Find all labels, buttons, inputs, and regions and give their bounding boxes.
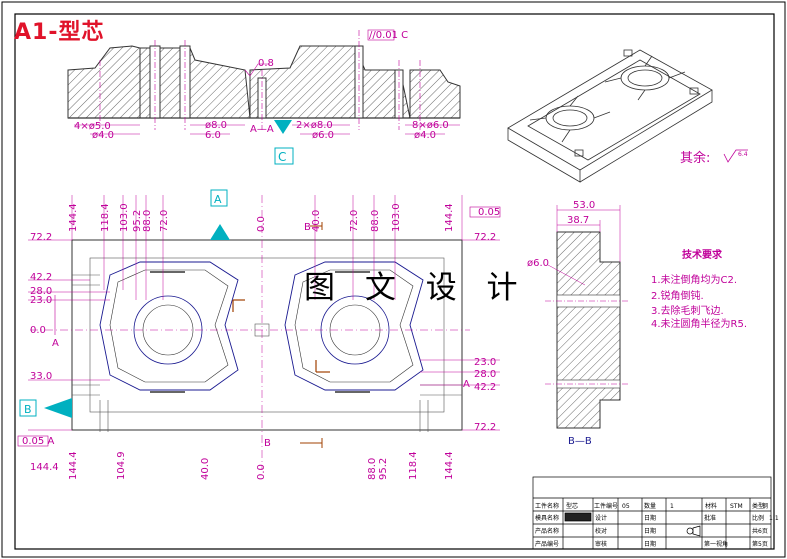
tb-r1-6: 材料 <box>705 502 717 510</box>
dim-left-0: 72.2 <box>30 232 52 243</box>
dim-left-4: 0.0 <box>30 325 46 336</box>
dim-right-2: 28.0 <box>474 369 496 380</box>
tb-r3-0: 产品名称 <box>535 527 559 535</box>
tb-r4-0: 产品编号 <box>535 540 559 548</box>
drawing-title: A1-型芯 <box>14 20 105 45</box>
tb-r1-7: STM <box>730 503 743 510</box>
section-a-arrow-label: A <box>52 338 59 349</box>
tb-r2-0: 模具名称 <box>535 514 559 522</box>
tb-r3-2: 校对 <box>595 527 607 535</box>
tb-r1-2: 工件编号 <box>594 502 618 510</box>
dim-bottom-5: 95.2 <box>378 458 389 480</box>
dim-top-8: 72.0 <box>349 210 360 232</box>
bb-width-total: 53.0 <box>573 200 595 211</box>
tb-r2-9: 1:1 <box>769 515 779 522</box>
dim-left-5: 33.0 <box>30 371 52 382</box>
tb-r2-6: 批准 <box>704 514 716 522</box>
top-section-view <box>67 29 461 165</box>
dim-bottom-0: 144.4 <box>68 451 79 480</box>
bb-hole-dia: ø6.0 <box>527 258 549 269</box>
top-dim-left-dia: ø4.0 <box>92 130 114 141</box>
tb-r4-6: 第一视角 <box>704 540 728 548</box>
section-b-marker-letter: B <box>24 403 32 416</box>
tb-r4-8: 第5页 <box>752 540 768 548</box>
tb-r2-8: 比例 <box>752 514 764 522</box>
dim-bottom-3: 0.0 <box>256 464 267 480</box>
tech-req-item-3: 3.去除毛刺飞边. <box>651 304 724 317</box>
section-a-arrow-label-right: A <box>463 379 470 390</box>
dim-top-2: 103.0 <box>119 203 130 232</box>
tolerance-tag: //0.01 C <box>369 30 408 41</box>
plan-bottom-dimensions: 144.4 104.9 40.0 0.0 88.0 95.2 118.4 144.4 <box>68 451 455 480</box>
dim-top-9: 88.0 <box>370 210 381 232</box>
dim-left-6: 144.4 <box>30 462 59 473</box>
top-dim-right-dia: ø6.0 <box>312 130 334 141</box>
tb-r1-3: 05 <box>622 503 630 510</box>
plan-view <box>30 195 470 470</box>
dim-right-0: 72.2 <box>474 232 496 243</box>
tb-r1-4: 数量 <box>644 502 656 510</box>
dim-bottom-1: 104.9 <box>116 451 127 480</box>
title-block-text: 工件名称 型芯 工件编号 05 数量 1 材料 STM 类型钢模具名称 设计 日期 批准 比例 1:1产品… <box>535 502 779 548</box>
bb-section-view <box>545 205 630 429</box>
aa-section-label: A—A <box>250 124 274 135</box>
dim-left-3: 23.0 <box>30 295 52 306</box>
top-dim-far-right-dia: ø4.0 <box>414 130 436 141</box>
plan-top-dimensions: 144.4 118.4 103.0 95.2 88.0 72.0 0.0 40.0 72.0 88… <box>68 203 455 232</box>
watermark-text: 图 文 设 计 <box>304 270 528 306</box>
roughness-tag-top: 0.8 <box>258 58 274 69</box>
section-b-label-bottom: B <box>264 438 271 449</box>
dim-top-1: 118.4 <box>100 203 111 232</box>
section-b-cut-lines <box>300 222 323 448</box>
tb-r1-0: 工件名称 <box>535 502 559 510</box>
tb-r2-2: 设计 <box>595 514 607 522</box>
tb-r2-4: 日期 <box>644 514 656 522</box>
bb-section-label: B—B <box>568 436 592 447</box>
dim-bottom-6: 118.4 <box>408 451 419 480</box>
bb-width-inner: 38.7 <box>567 215 589 226</box>
dim-top-7: 40.0 <box>311 210 322 232</box>
flatness-tag-left: 0.05 A <box>22 436 54 447</box>
dim-bottom-7: 144.4 <box>444 451 455 480</box>
c-view-label: C <box>278 150 286 164</box>
tb-r1-1: 型芯 <box>566 502 578 510</box>
dim-top-11: 144.4 <box>444 203 455 232</box>
title-block <box>532 476 772 550</box>
section-a-marker-letter: A <box>214 193 222 206</box>
dim-top-4: 88.0 <box>142 210 153 232</box>
tech-req-item-4: 4.未注圆角半径为R5. <box>651 317 747 330</box>
section-b-label-top: B <box>304 222 311 233</box>
tech-req-heading: 技术要求 <box>682 248 723 261</box>
dim-bottom-4: 88.0 <box>367 458 378 480</box>
dim-top-5: 72.0 <box>159 210 170 232</box>
top-dim-center-len: 6.0 <box>205 130 221 141</box>
tb-r1-9: 钢 <box>762 502 768 510</box>
tech-req-item-2: 2.锐角倒钝. <box>651 289 704 302</box>
tb-r3-4: 日期 <box>644 527 656 535</box>
dim-left-1: 42.2 <box>30 272 52 283</box>
tb-r1-5: 1 <box>670 503 674 510</box>
dim-top-10: 103.0 <box>391 203 402 232</box>
tb-r4-2: 审核 <box>595 540 607 548</box>
dim-right-4: 72.2 <box>474 422 496 433</box>
tech-req-item-1: 1.未注倒角均为C2. <box>651 273 737 286</box>
dim-right-1: 23.0 <box>474 357 496 368</box>
tb-r4-4: 日期 <box>644 540 656 548</box>
remaining-roughness-value: 6.4 <box>738 151 748 158</box>
remaining-roughness-label: 其余: <box>680 150 710 166</box>
dim-bottom-2: 40.0 <box>200 458 211 480</box>
dim-top-6: 0.0 <box>256 216 267 232</box>
dim-top-0: 144.4 <box>68 203 79 232</box>
dim-right-3: 42.2 <box>474 382 496 393</box>
tb-r3-8: 共6页 <box>752 527 768 535</box>
flatness-tag-right: 0.05 <box>478 207 500 218</box>
